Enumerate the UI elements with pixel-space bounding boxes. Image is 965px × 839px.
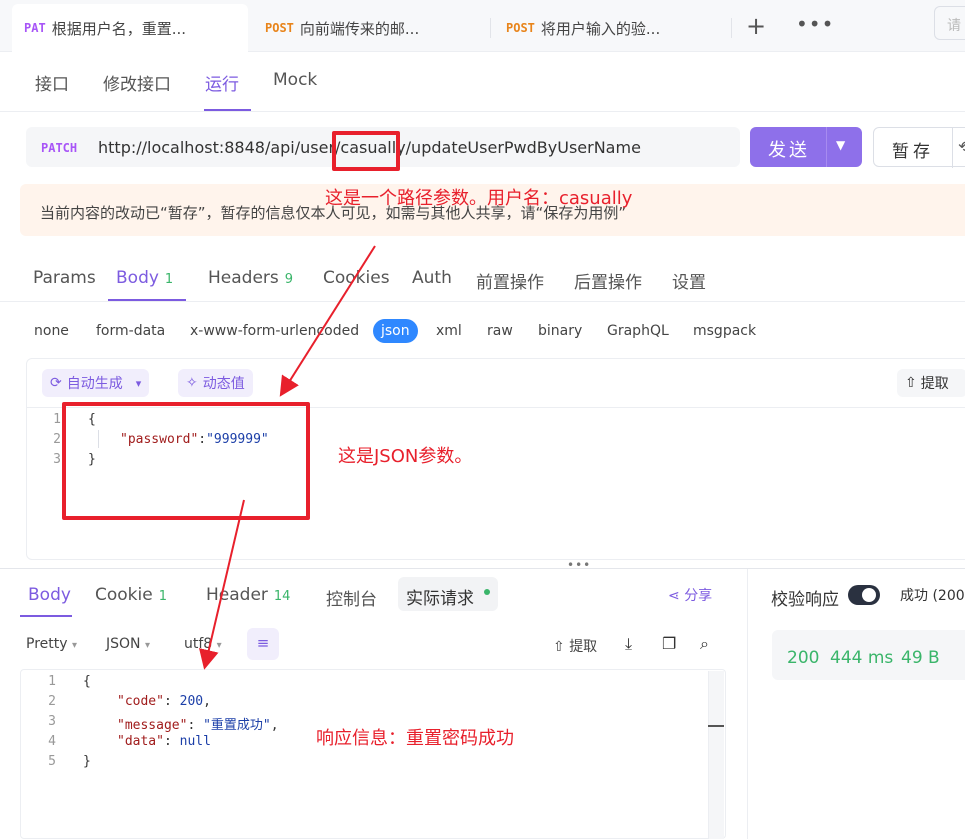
- arrow-path-to-json: [279, 245, 376, 397]
- annotation-arrows: [199, 245, 376, 670]
- arrow-json-to-response: [199, 499, 245, 670]
